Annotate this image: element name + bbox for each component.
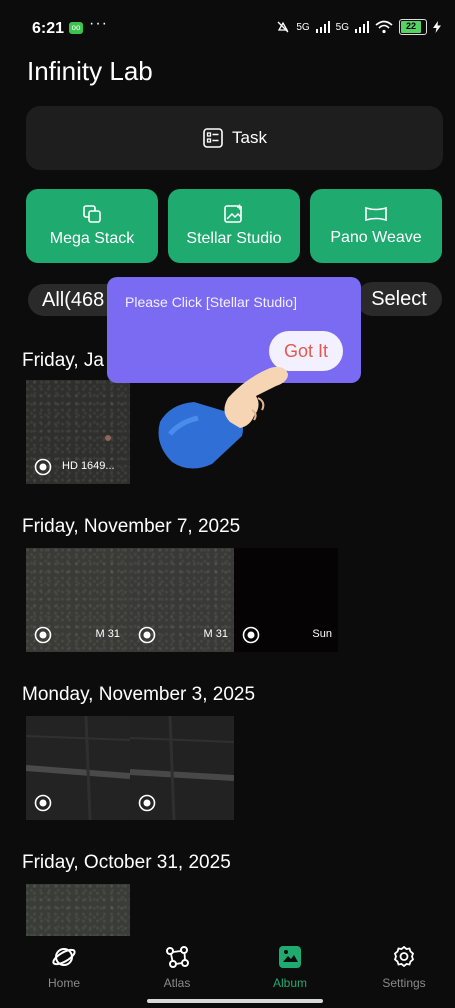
constellation-icon: [166, 946, 189, 968]
status-time: 6:21: [32, 20, 65, 37]
wifi-icon: [375, 20, 393, 34]
pano-weave-button[interactable]: Pano Weave: [310, 189, 442, 263]
gear-icon: [393, 945, 415, 968]
mute-icon: [277, 21, 289, 33]
nav-home[interactable]: Home: [24, 944, 104, 990]
mega-stack-label: Mega Stack: [49, 230, 135, 247]
planet-icon: [52, 948, 76, 966]
stacked-photo-icon: [242, 626, 260, 644]
photo-label: M 31: [203, 628, 228, 640]
home-indicator: [147, 999, 323, 1003]
photo-thumbnail[interactable]: M 31: [130, 548, 234, 652]
status-bar: 6:21 oo ··· 5G 5G 22: [0, 0, 455, 44]
photo-texture: [26, 884, 130, 936]
stacked-photo-icon: [34, 458, 52, 476]
stacked-photo-icon: [138, 626, 156, 644]
photo-thumbnail[interactable]: Sun: [234, 548, 338, 652]
photo-thumbnail[interactable]: M 31: [26, 548, 130, 652]
image-edit-icon: [224, 204, 242, 223]
mega-stack-button[interactable]: Mega Stack: [26, 189, 158, 263]
signal-bars-icon: [315, 21, 330, 33]
nav-label: Album: [272, 976, 307, 990]
pointing-hand-icon: [158, 366, 288, 469]
section-date: Friday, October 31, 2025: [22, 852, 231, 873]
bottom-nav: Home Atlas Album Settings: [0, 936, 455, 1008]
select-button[interactable]: Select: [356, 282, 442, 316]
task-list-icon: [203, 128, 223, 148]
photo-thumbnail[interactable]: [26, 716, 130, 820]
photo-thumbnail[interactable]: [26, 884, 130, 936]
notification-app-icon: oo: [69, 22, 83, 34]
stellar-studio-label: Stellar Studio: [186, 230, 282, 247]
task-button-label: Task: [232, 128, 267, 147]
battery-icon: 22: [399, 19, 427, 35]
signal-1-icon: 5G: [296, 21, 310, 33]
star-spot: [105, 435, 111, 441]
section-date: Friday, Ja: [22, 350, 105, 371]
photo-label: HD 1649...: [62, 460, 115, 472]
stacked-photo-icon: [34, 794, 52, 812]
nav-atlas[interactable]: Atlas: [137, 944, 217, 990]
nav-label: Settings: [382, 976, 426, 990]
task-button[interactable]: Task: [26, 106, 443, 170]
photo-label: M 31: [95, 628, 120, 640]
status-indicators: 5G 5G 22: [276, 18, 441, 36]
stack-icon: [83, 205, 101, 223]
charging-bolt-icon: [433, 21, 441, 33]
section-date: Friday, November 7, 2025: [22, 516, 241, 537]
section-date: Monday, November 3, 2025: [22, 684, 256, 705]
nav-label: Atlas: [163, 976, 191, 990]
nav-label: Home: [47, 976, 80, 990]
page-title: Infinity Lab: [27, 56, 153, 86]
battery-level: 22: [401, 21, 421, 33]
photo-thumbnail[interactable]: [130, 716, 234, 820]
panorama-icon: [365, 206, 387, 222]
signal-2-icon: 5G: [335, 21, 349, 33]
nav-album[interactable]: Album: [250, 944, 330, 990]
album-image-icon: [279, 946, 301, 968]
nav-settings[interactable]: Settings: [364, 944, 444, 990]
stellar-studio-button[interactable]: Stellar Studio: [168, 189, 300, 263]
stacked-photo-icon: [138, 794, 156, 812]
stacked-photo-icon: [34, 626, 52, 644]
more-notifications-icon: ···: [89, 15, 108, 32]
signal-bars-2-icon: [355, 21, 369, 33]
photo-label: Sun: [312, 628, 332, 640]
pano-weave-label: Pano Weave: [330, 229, 422, 246]
photo-thumbnail[interactable]: HD 1649...: [26, 380, 130, 484]
tooltip-text: Please Click [Stellar Studio]: [125, 294, 297, 310]
